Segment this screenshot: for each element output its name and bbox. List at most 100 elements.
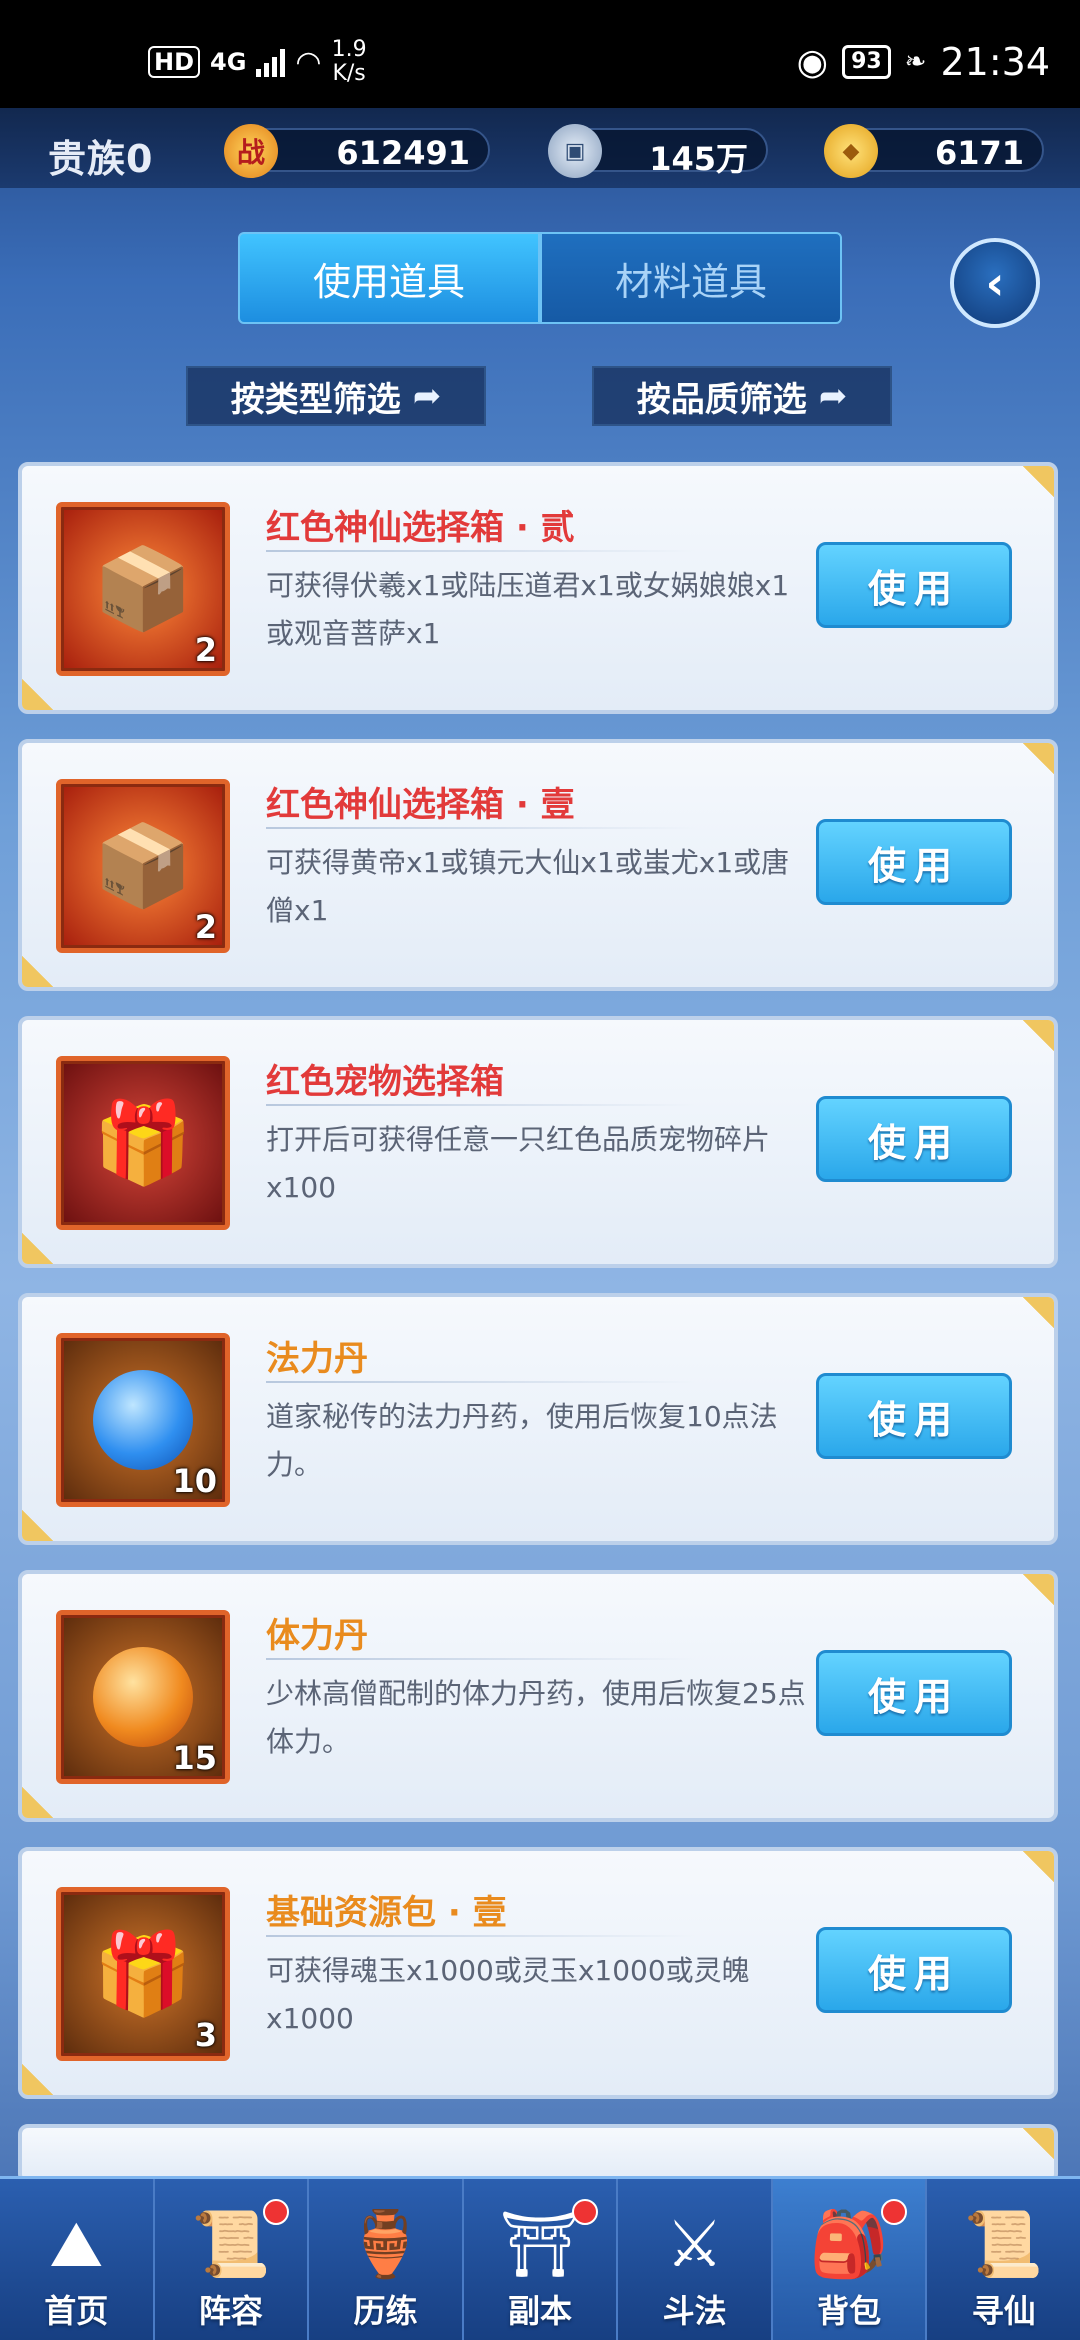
item-icon[interactable]: 15 [56,1610,230,1784]
item-description: 道家秘传的法力丹药，使用后恢复10点法力。 [266,1400,778,1481]
nav-home[interactable]: ⛰ 首页 [0,2179,155,2340]
notification-badge [881,2199,908,2225]
list-item: 🎁 红色宠物选择箱 打开后可获得任意一只红色品质宠物碎片x100 使用 [18,1016,1058,1268]
gate-icon: ⛩ [499,2208,581,2282]
item-count: 3 [194,2016,217,2054]
nav-label: 首页 [44,2292,109,2330]
item-icon[interactable]: 10 [56,1333,230,1507]
item-description: 少林高僧配制的体力丹药，使用后恢复25点体力。 [266,1677,806,1758]
item-tabs: 使用道具 材料道具 [238,232,842,324]
divider [266,1104,696,1106]
item-icon[interactable]: 🎁 [56,1056,230,1230]
corner-ornament [998,1020,1054,1076]
corner-ornament [998,1574,1054,1630]
use-button[interactable]: 使用 [816,1373,1012,1459]
coin-icon: ▣ [548,124,602,178]
notification-badge [263,2199,290,2225]
status-bar: HD 4G ◠ 1.9 K/s ◉ 93 ❧ 21:34 [0,0,1080,108]
nav-battle[interactable]: ⚔ 斗法 [618,2179,773,2340]
tab-use-items[interactable]: 使用道具 [238,232,540,324]
arrow-icon: ➦ [818,376,848,416]
back-arrow-icon: ‹ [985,256,1005,310]
item-name: 基础资源包 · 壹 [266,1893,507,1933]
item-list: 📦 2 红色神仙选择箱 · 贰 可获得伏羲x1或陆压道君x1或女娲娘娘x1或观音… [18,462,1058,2184]
use-button[interactable]: 使用 [816,1927,1012,2013]
item-description: 可获得伏羲x1或陆压道君x1或女娲娘娘x1或观音菩萨x1 [266,569,790,650]
filter-by-quality-button[interactable]: 按品质筛选 ➦ [592,366,892,426]
list-item: 15 体力丹 少林高僧配制的体力丹药，使用后恢复25点体力。 使用 [18,1570,1058,1822]
corner-ornament [998,743,1054,799]
gold-ingot-icon: ◆ [824,124,878,178]
list-item: 📦 2 红色神仙选择箱 · 壹 可获得黄帝x1或镇元大仙x1或蚩尤x1或唐僧x1… [18,739,1058,991]
divider [266,1381,696,1383]
item-count: 2 [194,631,217,669]
box-icon: 📦 [93,819,193,912]
back-button[interactable]: ‹ [950,238,1040,328]
item-name: 红色神仙选择箱 · 贰 [266,508,575,548]
battery-level: 93 [851,49,882,74]
backpack-icon: 🎒 [809,2208,890,2282]
item-name: 法力丹 [266,1339,368,1379]
battery-icon: 93 [842,45,891,79]
nav-label: 背包 [817,2292,882,2330]
item-name: 体力丹 [266,1616,368,1656]
item-description: 可获得黄帝x1或镇元大仙x1或蚩尤x1或唐僧x1 [266,846,790,927]
coin-balance[interactable]: ▣ 145万 [548,124,768,178]
list-item: 📦 2 红色神仙选择箱 · 贰 可获得伏羲x1或陆压道君x1或女娲娘娘x1或观音… [18,462,1058,714]
bottom-nav: ⛰ 首页 📜 阵容 🏺 历练 ⛩ 副本 ⚔ 斗法 🎒 背包 📜 寻仙 [0,2176,1080,2340]
nav-lineup[interactable]: 📜 阵容 [155,2179,310,2340]
arrow-icon: ➦ [412,376,442,416]
combat-value: 612491 [336,134,470,172]
filter-by-type-label: 按类型筛选 [230,379,401,420]
nav-backpack[interactable]: 🎒 背包 [772,2179,928,2340]
leaf-icon: ❧ [904,47,927,77]
resource-bar: 贵族0 战 612491 ▣ 145万 ◆ 6171 [0,108,1080,188]
box-icon: 📦 [93,542,193,635]
item-icon[interactable]: 📦 2 [56,502,230,676]
nav-seek-immortal[interactable]: 📜 寻仙 [927,2179,1080,2340]
speed-unit: K/s [332,61,366,86]
nav-label: 副本 [508,2292,573,2330]
item-description: 打开后可获得任意一只红色品质宠物碎片x100 [266,1123,771,1204]
use-button[interactable]: 使用 [816,819,1012,905]
corner-ornament [998,1297,1054,1353]
use-button[interactable]: 使用 [816,1650,1012,1736]
speed-value: 1.9 [331,37,367,62]
orange-pill-icon [93,1647,193,1747]
use-button[interactable]: 使用 [816,1096,1012,1182]
nav-label: 斗法 [662,2292,727,2330]
sword-icon: ⚔ [665,2208,724,2282]
coin-value: 145万 [649,140,748,178]
item-icon[interactable]: 🎁 3 [56,1887,230,2061]
item-icon[interactable]: 📦 2 [56,779,230,953]
filter-by-type-button[interactable]: 按类型筛选 ➦ [186,366,486,426]
nav-label: 寻仙 [971,2292,1036,2330]
scroll-icon: 📜 [191,2208,271,2282]
divider [266,1658,696,1660]
nav-dungeon[interactable]: ⛩ 副本 [464,2179,619,2340]
nav-label: 历练 [353,2292,418,2330]
tab-material-items[interactable]: 材料道具 [540,232,842,324]
gold-balance[interactable]: ◆ 6171 [824,124,1044,178]
nav-training[interactable]: 🏺 历练 [309,2179,464,2340]
chest-icon: 🎁 [93,1096,193,1189]
hd-indicator: HD [148,46,201,78]
combat-icon: 战 [224,124,278,178]
item-name: 红色宠物选择箱 [266,1062,504,1102]
network-speed: 1.9 K/s [332,38,367,86]
filter-by-quality-label: 按品质筛选 [636,379,807,420]
wifi-icon: ◠ [295,44,322,80]
list-item: 10 法力丹 道家秘传的法力丹药，使用后恢复10点法力。 使用 [18,1293,1058,1545]
noble-level[interactable]: 贵族0 [48,128,153,183]
item-count: 2 [194,908,217,946]
network-type: 4G [210,48,247,76]
list-item: 🎁 3 基础资源包 · 壹 可获得魂玉x1000或灵玉x1000或灵魄x1000… [18,1847,1058,2099]
gold-value: 6171 [934,134,1024,172]
divider [266,550,696,552]
item-count: 10 [172,1462,217,1500]
divider [266,827,696,829]
use-button[interactable]: 使用 [816,542,1012,628]
scroll-icon: 📜 [963,2208,1044,2282]
blue-pill-icon [93,1370,193,1470]
signal-icon [256,47,286,77]
